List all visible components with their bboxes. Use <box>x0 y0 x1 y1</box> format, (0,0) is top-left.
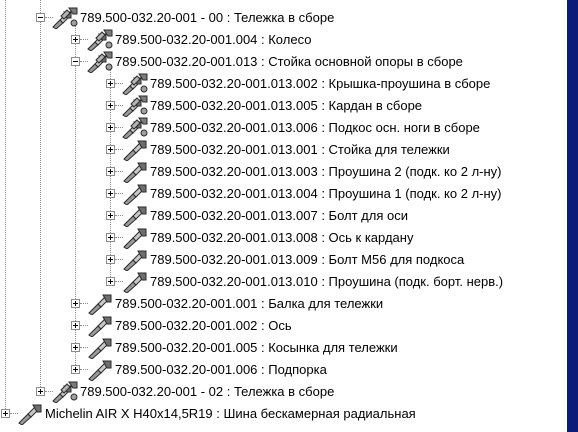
part-icon <box>87 359 113 382</box>
assembly-icon <box>52 381 78 404</box>
tree-item-label[interactable]: 789.500-032.20-001.013.001 : Стойка для … <box>150 142 450 158</box>
tree-item[interactable]: 789.500-032.20-001.013 : Стойка основной… <box>0 51 567 74</box>
tree-item[interactable]: 789.500-032.20-001.013.006 : Подкос осн.… <box>0 117 567 140</box>
assembly-icon <box>52 7 78 30</box>
part-icon <box>122 249 148 272</box>
part-icon <box>122 161 148 184</box>
tree-item-label[interactable]: 789.500-032.20-001.013.008 : Ось к карда… <box>150 230 413 246</box>
expand-plus-icon[interactable] <box>106 233 115 242</box>
tree-item-label[interactable]: 789.500-032.20-001.005 : Косынка для тел… <box>115 340 398 356</box>
expand-plus-icon[interactable] <box>106 277 115 286</box>
tree-item[interactable]: 789.500-032.20-001.005 : Косынка для тел… <box>0 337 567 360</box>
tree-item[interactable]: 789.500-032.20-001.013.003 : Проушина 2 … <box>0 161 567 184</box>
tree-item[interactable]: 789.500-032.20-001 - 00 : Тележка в сбор… <box>0 7 567 30</box>
tree-item[interactable]: 789.500-032.20-001.013.002 : Крышка-проу… <box>0 73 567 96</box>
tree-item[interactable]: 789.500-032.20-001.001 : Балка для тележ… <box>0 293 567 316</box>
tree-item-label[interactable]: 789.500-032.20-001.013.007 : Болт для ос… <box>150 208 408 224</box>
tree-item[interactable]: 789.500-032.20-001.013.008 : Ось к карда… <box>0 227 567 250</box>
assembly-icon <box>122 73 148 96</box>
tree-item[interactable]: 789.500-032.20-001.002 : Ось <box>0 315 567 338</box>
part-icon <box>122 271 148 294</box>
tree-item[interactable]: 789.500-032.20-001.013.001 : Стойка для … <box>0 139 567 162</box>
assembly-icon <box>87 51 113 74</box>
expand-plus-icon[interactable] <box>106 79 115 88</box>
expand-plus-icon[interactable] <box>1 409 10 418</box>
expand-plus-icon[interactable] <box>106 167 115 176</box>
tree-item-label[interactable]: 789.500-032.20-001 - 02 : Тележка в сбор… <box>80 384 334 400</box>
expand-plus-icon[interactable] <box>71 343 80 352</box>
expand-plus-icon[interactable] <box>71 35 80 44</box>
assembly-icon <box>87 29 113 52</box>
part-icon <box>122 227 148 250</box>
part-icon <box>122 139 148 162</box>
part-icon <box>87 315 113 338</box>
part-icon <box>17 403 43 426</box>
expand-plus-icon[interactable] <box>71 321 80 330</box>
tree-item[interactable]: 789.500-032.20-001.013.010 : Проушина (п… <box>0 271 567 294</box>
part-icon <box>122 183 148 206</box>
part-icon <box>87 293 113 316</box>
tree-item-label[interactable]: 789.500-032.20-001.013.006 : Подкос осн.… <box>150 120 480 136</box>
part-icon <box>87 337 113 360</box>
tree-item-label[interactable]: 789.500-032.20-001.013 : Стойка основной… <box>115 54 463 70</box>
window-background-strip <box>567 0 578 432</box>
expand-plus-icon[interactable] <box>106 189 115 198</box>
expand-plus-icon[interactable] <box>106 211 115 220</box>
tree-item[interactable]: 789.500-032.20-001.013.005 : Кардан в сб… <box>0 95 567 118</box>
tree-item-label[interactable]: 789.500-032.20-001.013.002 : Крышка-проу… <box>150 76 490 92</box>
expand-plus-icon[interactable] <box>71 299 80 308</box>
tree-item[interactable]: 789.500-032.20-001.013.004 : Проушина 1 … <box>0 183 567 206</box>
expand-plus-icon[interactable] <box>106 145 115 154</box>
tree-item[interactable]: 789.500-032.20-001.013.007 : Болт для ос… <box>0 205 567 228</box>
assembly-icon <box>122 95 148 118</box>
tree-item-label[interactable]: 789.500-032.20-001.013.009 : Болт М56 дл… <box>150 252 464 268</box>
expand-plus-icon[interactable] <box>71 365 80 374</box>
assembly-icon <box>122 117 148 140</box>
tree-item-label[interactable]: 789.500-032.20-001.002 : Ось <box>115 318 292 334</box>
tree-item-label[interactable]: 789.500-032.20-001.013.010 : Проушина (п… <box>150 274 503 290</box>
tree-item-label[interactable]: 789.500-032.20-001.013.004 : Проушина 1 … <box>150 186 502 202</box>
collapse-minus-icon[interactable] <box>36 13 45 22</box>
tree-item-label[interactable]: 789.500-032.20-001.013.003 : Проушина 2 … <box>150 164 502 180</box>
tree-item[interactable]: 789.500-032.20-001.006 : Подпорка <box>0 359 567 382</box>
tree-item-label[interactable]: Michelin AIR X H40x14,5R19 : Шина бескам… <box>45 406 416 422</box>
part-icon <box>122 205 148 228</box>
product-structure-tree: 789.500-032.20-001 - 00 : Тележка в сбор… <box>0 0 567 432</box>
tree-item[interactable]: 789.500-032.20-001 - 02 : Тележка в сбор… <box>0 381 567 404</box>
tree-item-label[interactable]: 789.500-032.20-001.006 : Подпорка <box>115 362 327 378</box>
expand-plus-icon[interactable] <box>106 101 115 110</box>
expand-plus-icon[interactable] <box>36 387 45 396</box>
tree-item[interactable]: Michelin AIR X H40x14,5R19 : Шина бескам… <box>0 403 567 426</box>
tree-item-label[interactable]: 789.500-032.20-001.013.005 : Кардан в сб… <box>150 98 422 114</box>
expand-plus-icon[interactable] <box>106 255 115 264</box>
tree-item-label[interactable]: 789.500-032.20-001.004 : Колесо <box>115 32 311 48</box>
tree-item[interactable]: 789.500-032.20-001.013.009 : Болт М56 дл… <box>0 249 567 272</box>
expand-plus-icon[interactable] <box>106 123 115 132</box>
tree-item-label[interactable]: 789.500-032.20-001.001 : Балка для тележ… <box>115 296 383 312</box>
collapse-minus-icon[interactable] <box>71 57 80 66</box>
tree-item-label[interactable]: 789.500-032.20-001 - 00 : Тележка в сбор… <box>80 10 334 26</box>
tree-item[interactable]: 789.500-032.20-001.004 : Колесо <box>0 29 567 52</box>
